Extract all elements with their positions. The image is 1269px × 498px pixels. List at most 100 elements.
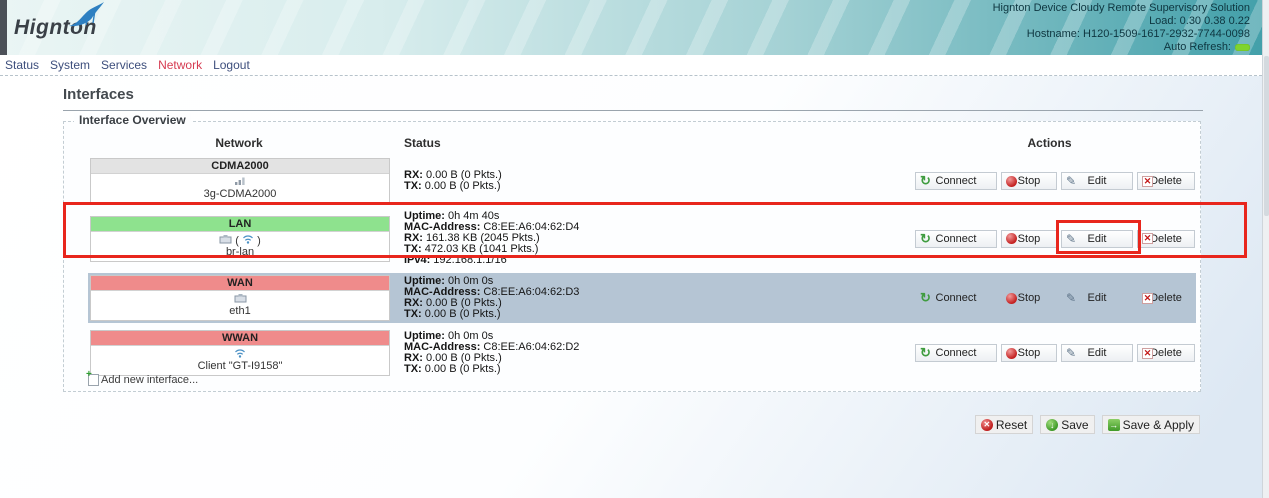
network-name: WWAN [91, 331, 389, 346]
table-row-cdma2000: CDMA2000 3g-CDMA2000 RX:0.00 B (0 Pkts.) [88, 158, 1196, 204]
product-title: Hignton Device Cloudy Remote Supervisory… [993, 2, 1250, 15]
edit-button-lan[interactable]: ✎Edit [1061, 230, 1133, 248]
table-row-wan: WAN eth1 Uptime:0h 0m 0s MAC-Address: [88, 273, 1196, 323]
actions-cell: ↻Connect Stop ✎Edit ✕Delete [903, 289, 1196, 307]
status-label: TX: [404, 308, 425, 320]
connect-button-lan[interactable]: ↻Connect [915, 230, 997, 248]
edit-icon: ✎ [1066, 176, 1076, 186]
delete-icon: ✕ [1142, 176, 1153, 187]
status-cell: Uptime:0h 0m 0s MAC-Address:C8:EE:A6:04:… [390, 331, 903, 375]
ethernet-icon [219, 234, 232, 244]
router-admin-screen: Hignton Hignton Device Cloudy Remote Sup… [0, 0, 1269, 498]
network-badge-wwan: WWAN Client "GT-I9158" [90, 330, 390, 376]
status-value: 192.168.1.1/16 [433, 254, 506, 266]
antelope-logo-icon [66, 1, 106, 29]
delete-button[interactable]: ✕Delete [1137, 172, 1195, 190]
load-average: Load: 0.30 0.38 0.22 [993, 15, 1250, 28]
wifi-icon [234, 348, 246, 358]
add-new-interface-label: Add new interface... [101, 374, 198, 386]
network-badge-cdma2000: CDMA2000 3g-CDMA2000 [90, 158, 390, 204]
delete-button-wwan[interactable]: ✕Delete [1137, 344, 1195, 362]
actions-cell: ↻Connect Stop ✎Edit ✕Delete [903, 344, 1196, 362]
network-name: LAN [91, 217, 389, 232]
interface-name: eth1 [91, 305, 389, 317]
save-icon: ↓ [1046, 419, 1058, 431]
status-cell: Uptime:0h 4m 40s MAC-Address:C8:EE:A6:04… [390, 211, 903, 266]
interface-name: br-lan [91, 246, 389, 258]
delete-button-lan[interactable]: ✕Delete [1137, 230, 1195, 248]
nav-item-system[interactable]: System [50, 58, 90, 72]
stop-button-wwan[interactable]: Stop [1001, 344, 1057, 362]
bridge-paren: ( [235, 235, 239, 247]
interfaces-table: Network Status Actions CDMA2000 3 [88, 136, 1196, 383]
table-header-row: Network Status Actions [88, 136, 1196, 154]
column-header-status: Status [390, 136, 903, 150]
edit-button[interactable]: ✎Edit [1061, 172, 1133, 190]
reset-button[interactable]: ✕Reset [975, 415, 1033, 434]
edit-button-wwan[interactable]: ✎Edit [1061, 344, 1133, 362]
status-cell: Uptime:0h 0m 0s MAC-Address:C8:EE:A6:04:… [390, 276, 903, 320]
stop-icon [1006, 176, 1017, 187]
table-row-lan: LAN ( [88, 211, 1196, 266]
hostname: Hostname: H120-1509-1617-2932-7744-0098 [993, 28, 1250, 41]
edit-icon: ✎ [1066, 293, 1076, 303]
status-value: 0.00 B (0 Pkts.) [425, 308, 501, 320]
scrollbar-thumb[interactable] [1264, 56, 1269, 216]
status-cell: RX:0.00 B (0 Pkts.) TX:0.00 B (0 Pkts.) [390, 170, 903, 192]
window-edge-strip [0, 0, 7, 55]
network-name: WAN [91, 276, 389, 291]
nav-item-status[interactable]: Status [5, 58, 39, 72]
footer-actions: ✕Reset ↓Save →Save & Apply [975, 415, 1200, 434]
brand-logo: Hignton [14, 16, 97, 40]
title-divider [63, 110, 1203, 111]
delete-button-wan[interactable]: ✕Delete [1137, 289, 1195, 307]
network-badge-wan: WAN eth1 [90, 275, 390, 321]
add-new-interface-link[interactable]: Add new interface... [88, 374, 198, 386]
bridge-paren: ) [257, 235, 261, 247]
add-page-icon [88, 374, 99, 386]
interface-name: Client "GT-I9158" [91, 360, 389, 372]
stop-icon [1006, 293, 1017, 304]
stop-button[interactable]: Stop [1001, 172, 1057, 190]
wifi-icon [242, 234, 254, 244]
connect-button[interactable]: ↻Connect [915, 172, 997, 190]
main-nav: Status System Services Network Logout [0, 55, 1262, 76]
save-button[interactable]: ↓Save [1040, 415, 1094, 434]
stop-button-lan[interactable]: Stop [1001, 230, 1057, 248]
edit-button-wan[interactable]: ✎Edit [1061, 289, 1133, 307]
status-label: TX: [404, 363, 425, 375]
connect-button-wwan[interactable]: ↻Connect [915, 344, 997, 362]
auto-refresh-toggle[interactable] [1235, 44, 1250, 51]
nav-item-logout[interactable]: Logout [213, 58, 250, 72]
header-banner: Hignton Hignton Device Cloudy Remote Sup… [0, 0, 1262, 55]
stop-icon [1006, 348, 1017, 359]
stop-icon [1006, 233, 1017, 244]
save-apply-button[interactable]: →Save & Apply [1102, 415, 1200, 434]
auto-refresh-label: Auto Refresh: [1164, 41, 1231, 54]
cellular-modem-icon [234, 176, 246, 186]
nav-item-network[interactable]: Network [158, 58, 202, 72]
network-name: CDMA2000 [91, 159, 389, 174]
status-label: IPv4: [404, 254, 433, 266]
ethernet-icon [234, 293, 247, 303]
header-system-info: Hignton Device Cloudy Remote Supervisory… [993, 2, 1250, 54]
reset-icon: ✕ [981, 419, 993, 431]
stop-button-wan[interactable]: Stop [1001, 289, 1057, 307]
fieldset-legend: Interface Overview [74, 113, 191, 127]
vertical-scrollbar[interactable] [1262, 0, 1269, 498]
table-row-wwan: WWAN Client "GT-I9158" Uptim [88, 330, 1196, 376]
reconnect-icon: ↻ [920, 176, 931, 186]
page-title: Interfaces [63, 86, 134, 103]
actions-cell: ↻Connect Stop ✎Edit ✕Delete [903, 230, 1196, 248]
reconnect-icon: ↻ [920, 293, 931, 303]
column-header-actions: Actions [903, 136, 1196, 150]
edit-icon: ✎ [1066, 348, 1076, 358]
status-label: TX: [404, 180, 425, 192]
network-badge-lan: LAN ( [90, 216, 390, 262]
delete-icon: ✕ [1142, 348, 1153, 359]
actions-cell: ↻Connect Stop ✎Edit ✕Delete [903, 172, 1196, 190]
delete-icon: ✕ [1142, 233, 1153, 244]
nav-item-services[interactable]: Services [101, 58, 147, 72]
interface-name: 3g-CDMA2000 [91, 188, 389, 200]
connect-button-wan[interactable]: ↻Connect [915, 289, 997, 307]
